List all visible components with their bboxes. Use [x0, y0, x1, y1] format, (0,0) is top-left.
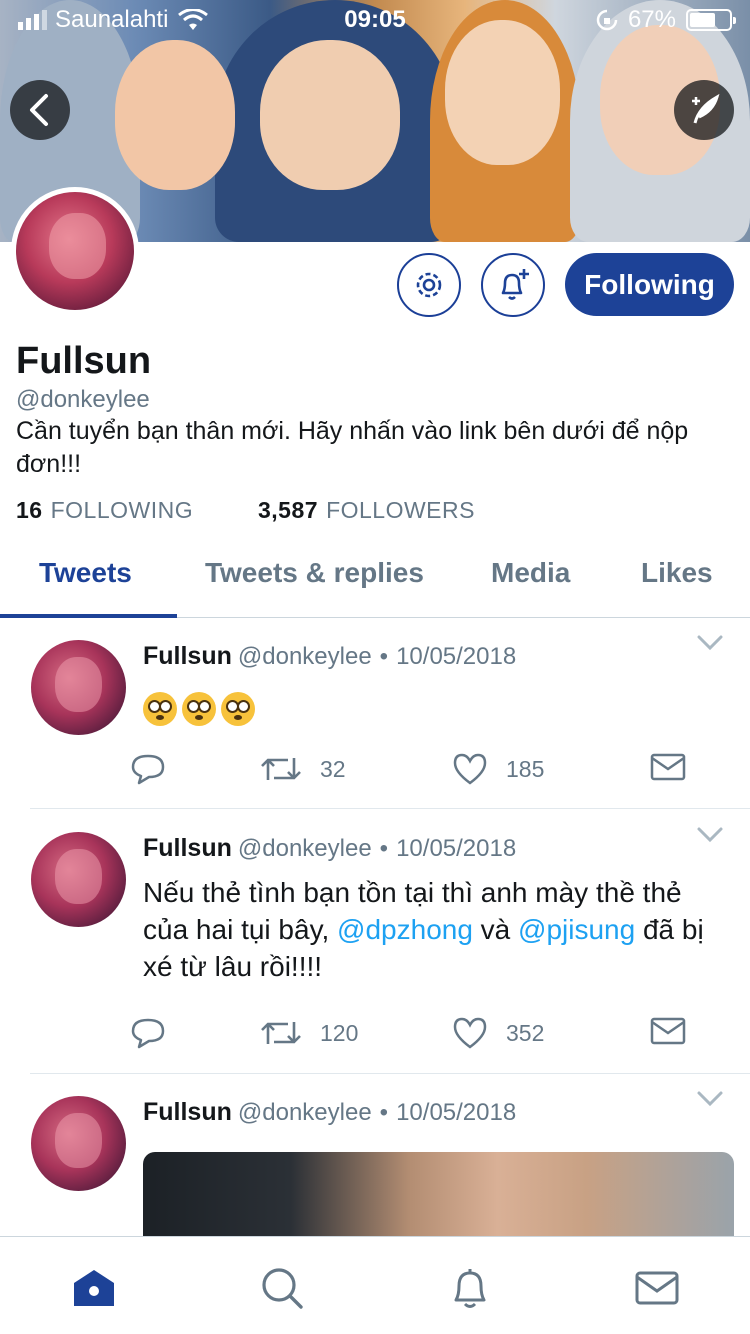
- reply-button[interactable]: [130, 1016, 166, 1050]
- profile-avatar[interactable]: [11, 187, 139, 315]
- flushed-face-emoji: [221, 691, 255, 726]
- retweet-button[interactable]: 120: [260, 1016, 358, 1050]
- gear-icon: [416, 272, 442, 298]
- retweet-count: 120: [320, 1019, 359, 1046]
- chevron-left-icon: [30, 94, 48, 126]
- tweet-avatar[interactable]: [31, 832, 126, 927]
- heart-icon: [453, 753, 487, 785]
- tweet-author-name: Fullsun: [143, 834, 232, 862]
- home-icon: [74, 1270, 114, 1306]
- bottom-tab-bar: [0, 1236, 750, 1334]
- direct-message-button[interactable]: [650, 752, 686, 782]
- search-icon: [262, 1268, 303, 1309]
- like-button[interactable]: 185: [452, 752, 544, 786]
- tweet-separator: •: [379, 1099, 389, 1126]
- tweet-text: [143, 688, 733, 726]
- profile-tabs: Tweets Tweets & replies Media Likes: [0, 545, 750, 618]
- reply-button[interactable]: [130, 752, 166, 786]
- tweet[interactable]: Fullsun @donkeylee • 10/05/2018 32 185: [0, 618, 750, 810]
- tweet-date: 10/05/2018: [396, 643, 517, 670]
- nav-notifications[interactable]: [445, 1263, 495, 1313]
- tweet-separator: •: [379, 835, 389, 862]
- like-count: 352: [506, 1019, 545, 1046]
- chevron-down-icon[interactable]: [696, 634, 724, 652]
- nav-search[interactable]: [257, 1263, 307, 1313]
- tweet-author-name: Fullsun: [143, 1098, 232, 1126]
- clock: 09:05: [344, 6, 406, 33]
- heart-icon: [453, 1017, 487, 1049]
- compose-tweet-button[interactable]: [674, 80, 734, 140]
- tweet-author-name: Fullsun: [143, 642, 232, 670]
- banner-face: [445, 20, 560, 165]
- mention-link[interactable]: @pjisung: [518, 914, 635, 945]
- bell-plus-icon: [501, 269, 529, 300]
- followers-count: 3,587: [258, 497, 319, 523]
- battery-icon: [686, 9, 736, 31]
- tweet[interactable]: Fullsun @donkeylee • 10/05/2018 Nếu thẻ tìn…: [0, 810, 750, 1074]
- reply-icon: [131, 1018, 165, 1049]
- tweet-author-handle: @donkeylee: [237, 1099, 372, 1126]
- tab-tweets-and-replies[interactable]: Tweets & replies: [205, 557, 424, 589]
- like-button[interactable]: 352: [452, 1016, 544, 1050]
- nav-messages[interactable]: [632, 1263, 682, 1313]
- flushed-face-emoji: [143, 691, 177, 726]
- like-count: 185: [506, 755, 545, 782]
- following-count: 16: [16, 497, 43, 523]
- flushed-face-emoji: [182, 691, 216, 726]
- tweet-media-image[interactable]: [143, 1152, 734, 1242]
- tweet-separator: •: [379, 643, 389, 670]
- chevron-down-icon[interactable]: [696, 1090, 724, 1108]
- following-button[interactable]: Following: [565, 253, 734, 316]
- envelope-icon: [650, 1017, 686, 1045]
- tweet-author-handle: @donkeylee: [237, 835, 372, 862]
- tweet-author-handle: @donkeylee: [237, 643, 372, 670]
- chevron-down-icon[interactable]: [696, 826, 724, 844]
- retweet-icon: [261, 758, 301, 780]
- tweet-divider: [30, 808, 750, 809]
- tweet-date: 10/05/2018: [396, 1099, 517, 1126]
- nav-home[interactable]: [69, 1263, 119, 1313]
- tweet-avatar[interactable]: [31, 640, 126, 735]
- profile-display-name: Fullsun: [16, 340, 152, 382]
- profile-handle: @donkeylee: [16, 386, 150, 413]
- banner-face: [115, 40, 235, 190]
- tweet-date: 10/05/2018: [396, 835, 517, 862]
- tweet-text-part: và: [472, 914, 519, 945]
- retweet-icon: [261, 1022, 301, 1044]
- banner-face: [260, 40, 400, 190]
- profile-bio: Cần tuyển bạn thân mới. Hãy nhấn vào lin…: [16, 417, 689, 478]
- reply-icon: [131, 754, 165, 785]
- followers-label: FOLLOWERS: [326, 497, 475, 523]
- tweet-actions: 32 185: [130, 752, 690, 792]
- status-bar: Saunalahti 09:05 67%: [0, 0, 750, 40]
- tweet-avatar[interactable]: [31, 1096, 126, 1191]
- envelope-icon: [650, 753, 686, 781]
- retweet-count: 32: [320, 755, 346, 782]
- tweet-text: Nếu thẻ tình bạn tồn tại thì anh mày thề…: [143, 874, 733, 985]
- followers-stat[interactable]: 3,587 FOLLOWERS: [258, 497, 475, 524]
- following-stat[interactable]: 16 FOLLOWING: [16, 497, 193, 524]
- notifications-toggle-button[interactable]: [481, 253, 545, 317]
- tweet-header: Fullsun @donkeylee • 10/05/2018: [143, 642, 516, 671]
- settings-button[interactable]: [397, 253, 461, 317]
- tab-media[interactable]: Media: [491, 557, 570, 589]
- tab-tweets[interactable]: Tweets: [39, 557, 132, 589]
- mention-link[interactable]: @dpzhong: [337, 914, 473, 945]
- direct-message-button[interactable]: [650, 1016, 686, 1046]
- retweet-button[interactable]: 32: [260, 752, 346, 786]
- tab-likes[interactable]: Likes: [641, 557, 713, 589]
- back-button[interactable]: [10, 80, 70, 140]
- messages-icon: [635, 1271, 679, 1305]
- tweet-actions: 120 352: [130, 1016, 690, 1056]
- tweet-header: Fullsun @donkeylee • 10/05/2018: [143, 834, 516, 863]
- tweet-header: Fullsun @donkeylee • 10/05/2018: [143, 1098, 516, 1127]
- feather-compose-icon: [692, 93, 720, 124]
- notifications-icon: [454, 1269, 486, 1308]
- following-label: FOLLOWING: [50, 497, 194, 523]
